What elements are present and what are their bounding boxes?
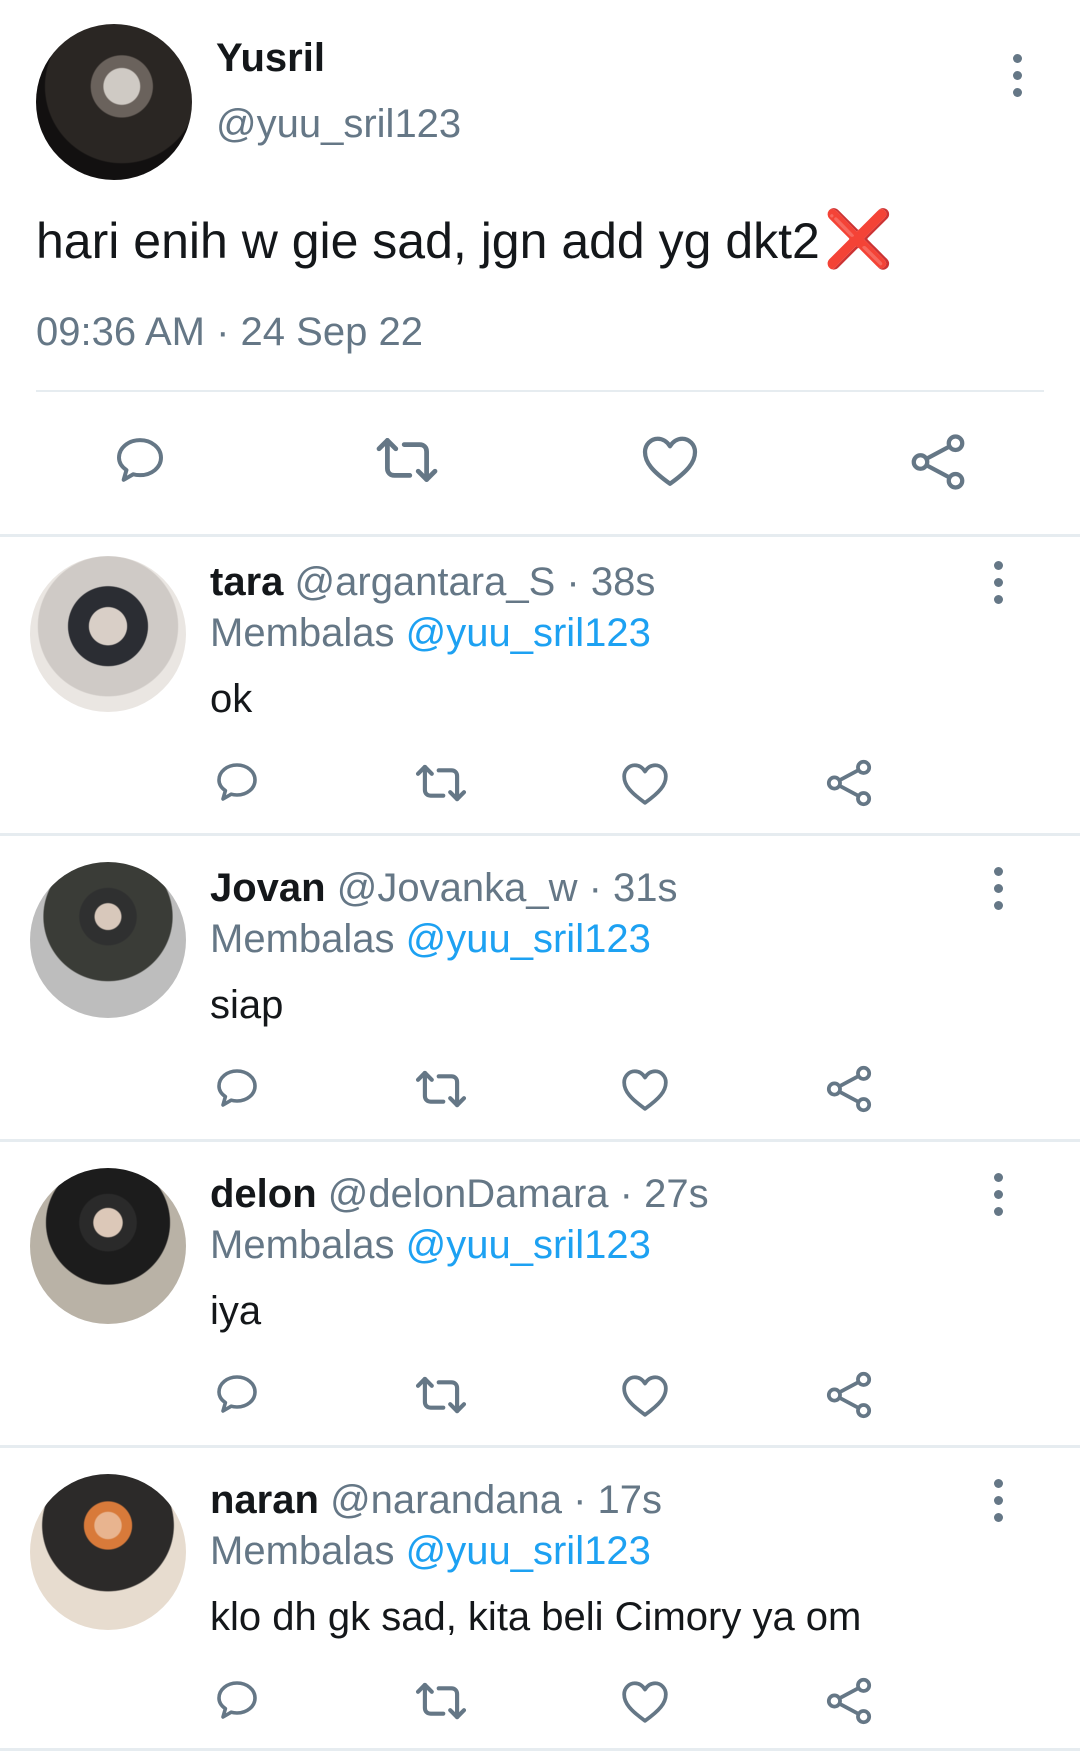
more-options-button[interactable] [997, 45, 1037, 105]
reply-button[interactable] [212, 1676, 262, 1724]
replying-label: Membalas [210, 1223, 395, 1267]
more-vertical-icon [993, 866, 1003, 876]
reply-author-name[interactable]: tara [210, 560, 283, 604]
replying-label: Membalas [210, 1529, 395, 1573]
replying-to: Membalas @yuu_sril123 [210, 1529, 651, 1574]
tweet-text-content: hari enih w gie sad, jgn add yg dkt2 [36, 213, 820, 269]
like-button[interactable] [620, 760, 670, 806]
reply-header: tara @argantara_S · 38s [210, 560, 655, 605]
reply-button[interactable] [110, 432, 170, 488]
heart-icon [642, 436, 698, 486]
reply-separator [0, 1445, 1080, 1448]
replying-to: Membalas @yuu_sril123 [210, 917, 651, 962]
retweet-button[interactable] [372, 432, 442, 488]
reply-author-handle[interactable]: @delonDamara [328, 1172, 609, 1216]
share-button[interactable] [824, 758, 874, 808]
mention-link[interactable]: @yuu_sril123 [406, 917, 651, 961]
share-button[interactable] [908, 432, 968, 492]
divider [36, 390, 1044, 392]
like-button[interactable] [620, 1678, 670, 1724]
reply-author-handle[interactable]: @argantara_S [295, 560, 556, 604]
replying-to: Membalas @yuu_sril123 [210, 1223, 651, 1268]
retweet-button[interactable] [412, 760, 470, 806]
reply-button[interactable] [212, 758, 262, 806]
share-icon [826, 759, 872, 807]
retweet-button[interactable] [412, 1372, 470, 1418]
reply-author-name[interactable]: delon [210, 1172, 317, 1216]
thread-separator [0, 534, 1080, 537]
more-vertical-icon [1012, 53, 1022, 63]
reply-text: klo dh gk sad, kita beli Cimory ya om [210, 1595, 862, 1639]
reply-icon [117, 438, 163, 482]
reply-header: Jovan @Jovanka_w · 31s [210, 866, 678, 911]
author-name[interactable]: Yusril [216, 36, 325, 81]
like-button[interactable] [640, 432, 700, 488]
reply-author-handle[interactable]: @narandana [330, 1478, 562, 1522]
mention-link[interactable]: @yuu_sril123 [406, 1223, 651, 1267]
reply-icon [217, 1069, 257, 1107]
reply-separator [0, 833, 1080, 836]
reply-separator [0, 1748, 1080, 1751]
heart-icon [622, 1069, 668, 1111]
mention-link[interactable]: @yuu_sril123 [406, 1529, 651, 1573]
share-icon [826, 1371, 872, 1419]
reply-author-name[interactable]: Jovan [210, 866, 326, 910]
reply-time: · 17s [573, 1478, 663, 1522]
author-avatar[interactable] [36, 24, 192, 180]
share-icon [911, 434, 965, 490]
reply-separator [0, 1139, 1080, 1142]
retweet-button[interactable] [412, 1066, 470, 1112]
reply-avatar[interactable] [30, 862, 186, 1018]
reply-avatar[interactable] [30, 1474, 186, 1630]
retweet-icon [415, 764, 467, 802]
share-icon [826, 1677, 872, 1725]
share-icon [826, 1065, 872, 1113]
retweet-icon [415, 1682, 467, 1720]
share-button[interactable] [824, 1676, 874, 1726]
reply-author-name[interactable]: naran [210, 1478, 319, 1522]
like-button[interactable] [620, 1066, 670, 1112]
retweet-icon [376, 438, 438, 482]
reply-header: naran @narandana · 17s [210, 1478, 662, 1523]
heart-icon [622, 1681, 668, 1723]
reply-avatar[interactable] [30, 1168, 186, 1324]
retweet-icon [415, 1376, 467, 1414]
reply-icon [217, 1681, 257, 1719]
more-vertical-icon [993, 1478, 1003, 1488]
reply-button[interactable] [212, 1064, 262, 1112]
reply-icon [217, 1375, 257, 1413]
reply-more-button[interactable] [978, 1470, 1018, 1530]
more-vertical-icon [993, 1172, 1003, 1182]
reply-more-button[interactable] [978, 1164, 1018, 1224]
reply-author-handle[interactable]: @Jovanka_w [337, 866, 578, 910]
reply-button[interactable] [212, 1370, 262, 1418]
more-vertical-icon [993, 560, 1003, 570]
retweet-icon [415, 1070, 467, 1108]
reply-header: delon @delonDamara · 27s [210, 1172, 709, 1217]
reply-time: · 27s [619, 1172, 709, 1216]
reply-time: · 38s [566, 560, 656, 604]
reply-icon [217, 763, 257, 801]
author-handle[interactable]: @yuu_sril123 [216, 102, 461, 147]
replying-label: Membalas [210, 917, 395, 961]
mention-link[interactable]: @yuu_sril123 [406, 611, 651, 655]
replying-to: Membalas @yuu_sril123 [210, 611, 651, 656]
share-button[interactable] [824, 1370, 874, 1420]
reply-text: ok [210, 677, 253, 721]
reply-more-button[interactable] [978, 858, 1018, 918]
replying-label: Membalas [210, 611, 395, 655]
like-button[interactable] [620, 1372, 670, 1418]
share-button[interactable] [824, 1064, 874, 1114]
reply-text: siap [210, 983, 284, 1027]
tweet-text: hari enih w gie sad, jgn add yg dkt2❌ [36, 206, 894, 272]
heart-icon [622, 763, 668, 805]
retweet-button[interactable] [412, 1678, 470, 1724]
cross-mark-emoji: ❌ [823, 207, 894, 270]
reply-text: iya [210, 1289, 262, 1333]
reply-more-button[interactable] [978, 552, 1018, 612]
reply-time: · 31s [588, 866, 678, 910]
tweet-timestamp: 09:36 AM · 24 Sep 22 [36, 310, 423, 354]
reply-avatar[interactable] [30, 556, 186, 712]
heart-icon [622, 1375, 668, 1417]
